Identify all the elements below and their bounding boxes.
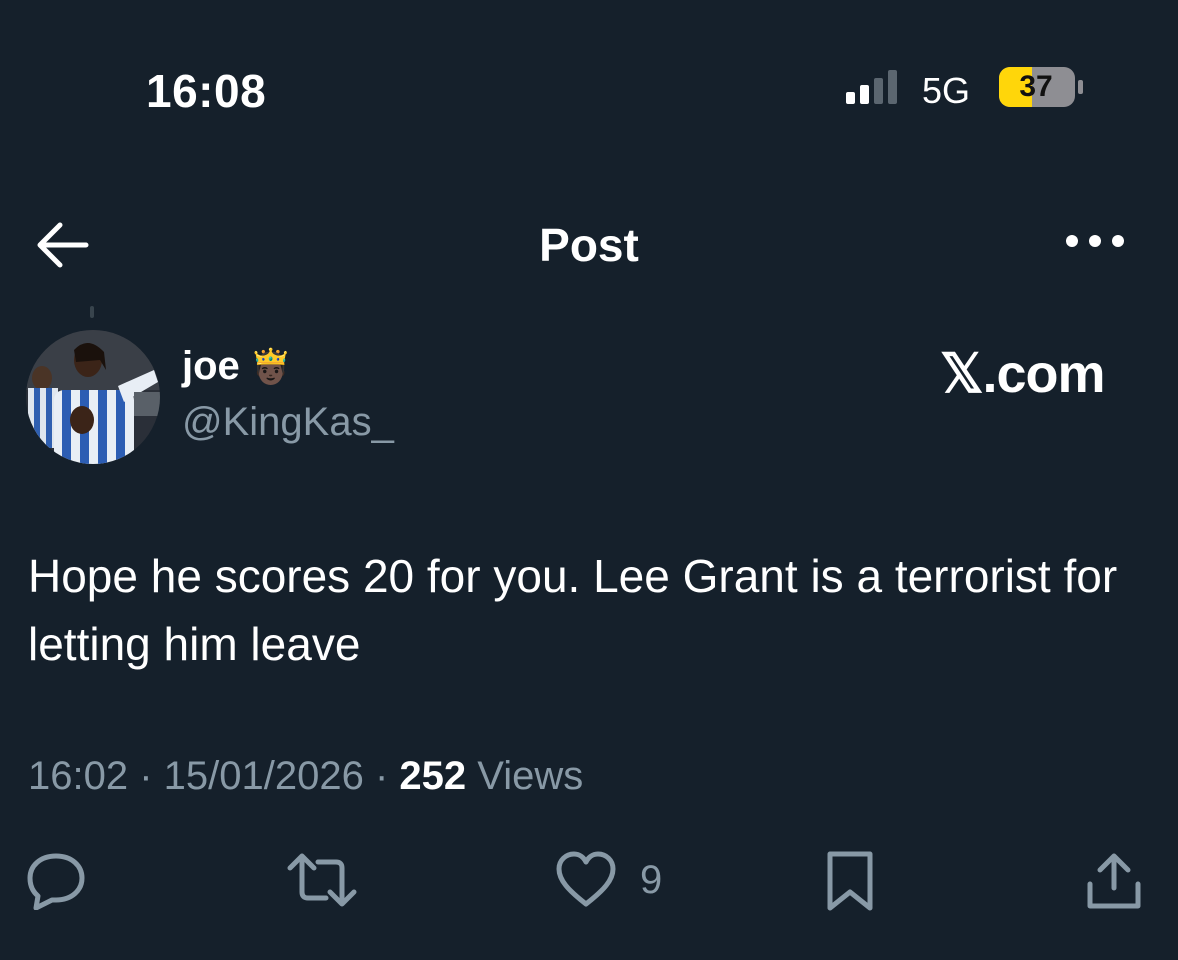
retweet-icon[interactable] (286, 850, 358, 910)
like-count[interactable]: 9 (640, 858, 662, 903)
author-name-row[interactable]: joe 🤴🏿 (182, 344, 292, 389)
cellular-signal-icon (846, 70, 906, 106)
views-label[interactable]: Views (477, 754, 583, 798)
status-time: 16:08 (146, 65, 267, 117)
battery-percentage: 37 (1019, 70, 1053, 103)
post-date: 15/01/2026 (163, 754, 364, 798)
post-time: 16:02 (28, 754, 129, 798)
like-icon[interactable] (554, 850, 618, 910)
more-options-icon[interactable] (1064, 226, 1126, 256)
views-count: 252 (399, 754, 467, 798)
avatar[interactable] (26, 330, 160, 464)
author-handle[interactable]: @KingKas_ (182, 400, 394, 445)
network-type: 5G (922, 70, 971, 111)
post-text: Hope he scores 20 for you. Lee Grant is … (28, 550, 1118, 670)
author-name[interactable]: joe (182, 344, 240, 389)
bookmark-icon[interactable] (822, 850, 878, 912)
share-icon[interactable] (1084, 850, 1144, 912)
page-title: Post (539, 219, 639, 271)
post-meta: 16:02 · 15/01/2026 · 252 Views (28, 754, 583, 799)
reply-icon[interactable] (24, 850, 88, 910)
meta-separator: · (363, 754, 400, 798)
meta-separator: · (128, 754, 164, 798)
thread-connector (90, 306, 94, 318)
prince-emoji-icon: 🤴🏿 (249, 347, 293, 386)
x-com-watermark: 𝕏.com (940, 344, 1106, 404)
